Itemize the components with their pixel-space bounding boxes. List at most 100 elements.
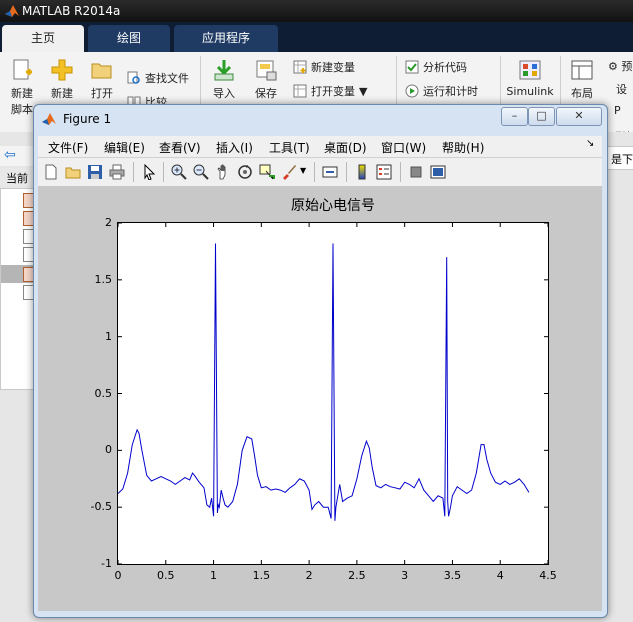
menu-window[interactable]: 窗口(W): [381, 139, 426, 156]
clipped-text: 是下: [611, 153, 633, 166]
menu-file[interactable]: 文件(F): [48, 139, 88, 156]
new-variable-button[interactable]: 新建变量: [293, 59, 355, 75]
toolbar-separator: [400, 162, 401, 182]
toolbar-separator: [133, 162, 134, 182]
pan-icon[interactable]: [215, 164, 231, 180]
x-tick-label: 0.5: [157, 569, 175, 582]
command-window-clip: 是下: [606, 146, 633, 170]
x-tick-label: 4.5: [539, 569, 557, 582]
import-label: 导入: [213, 87, 235, 100]
figure-toolbar: ▼: [38, 158, 602, 187]
brush-icon[interactable]: [281, 164, 297, 180]
layout-icon: [571, 60, 593, 80]
minimize-icon: –: [511, 109, 518, 122]
toolbar-separator: [346, 162, 347, 182]
plot-axes[interactable]: [117, 222, 549, 565]
hide-plot-tools-icon[interactable]: [408, 164, 424, 180]
data-cursor-icon[interactable]: [259, 164, 275, 180]
analyze-code-label: 分析代码: [423, 61, 467, 74]
run-and-time-icon: [405, 84, 419, 98]
link-plot-icon[interactable]: [322, 164, 338, 180]
save-workspace-button[interactable]: 保存: [250, 58, 282, 101]
simulink-button[interactable]: Simulink: [506, 58, 554, 98]
menu-tools[interactable]: 工具(T): [269, 139, 310, 156]
import-data-icon: [214, 60, 234, 81]
x-tick-label: 3: [401, 569, 409, 582]
new-figure-icon[interactable]: [43, 164, 59, 180]
save-icon[interactable]: [87, 164, 103, 180]
y-tick-label: 0: [105, 443, 112, 457]
dock-arrow-icon[interactable]: ↘: [586, 138, 594, 149]
print-icon[interactable]: [109, 164, 125, 180]
new-script-label: 新建 脚本: [11, 87, 33, 116]
current-folder-header: 当前: [0, 168, 36, 186]
maximize-button[interactable]: □: [528, 107, 555, 126]
maximize-icon: □: [536, 109, 547, 122]
x-tick-label: 1: [210, 569, 218, 582]
x-tick-label: 1.5: [252, 569, 271, 582]
back-arrow-icon[interactable]: ⇦: [4, 147, 16, 163]
parallel-button[interactable]: P: [614, 104, 621, 117]
layout-label: 布局: [571, 87, 593, 100]
address-bar: ⇦: [0, 146, 36, 166]
x-tick-label: 3.5: [443, 569, 462, 582]
open-variable-icon: [293, 84, 307, 98]
figure-title-bar[interactable]: Figure 1 – □ ✕: [34, 105, 607, 131]
open-label: 打开: [91, 87, 113, 100]
legend-icon[interactable]: [376, 164, 392, 180]
preferences-button[interactable]: ⚙ 预: [608, 58, 632, 74]
menu-desktop[interactable]: 桌面(D): [324, 139, 367, 156]
zoom-in-icon[interactable]: [171, 164, 187, 180]
save-workspace-icon: [256, 60, 277, 81]
menu-view[interactable]: 查看(V): [159, 139, 201, 156]
analyze-code-icon: [405, 60, 419, 74]
analyze-code-button[interactable]: 分析代码: [405, 59, 467, 75]
matlab-title-bar: MATLAB R2014a: [0, 0, 633, 22]
y-tick-label: 2: [105, 216, 112, 229]
brush-dropdown-icon[interactable]: ▼: [300, 166, 306, 175]
preferences-label: 预: [621, 60, 633, 73]
minimize-button[interactable]: –: [501, 107, 528, 126]
find-files-label: 查找文件: [145, 72, 189, 85]
open-file-icon[interactable]: [65, 164, 81, 180]
ribbon-tabs: 主页 绘图 应用程序: [0, 22, 633, 52]
y-tick-label: 1.5: [94, 272, 113, 286]
matlab-logo-icon: [5, 5, 19, 17]
find-files-icon: [127, 71, 140, 84]
new-label: 新建: [51, 87, 73, 100]
tab-plots[interactable]: 绘图: [88, 25, 170, 52]
rotate-3d-icon[interactable]: [237, 164, 253, 180]
matlab-logo-icon: [42, 113, 56, 125]
find-files-button[interactable]: 查找文件: [127, 70, 189, 86]
set-path-label: 设: [616, 83, 627, 96]
x-tick-label: 2: [305, 569, 313, 582]
set-path-button[interactable]: 设: [616, 81, 627, 97]
folder-open-icon: [91, 63, 112, 79]
run-and-time-button[interactable]: 运行和计时: [405, 83, 478, 99]
x-tick-label: 2.5: [348, 569, 366, 582]
toolbar-separator: [163, 162, 164, 182]
new-button[interactable]: 新建: [46, 58, 78, 101]
zoom-out-icon[interactable]: [193, 164, 209, 180]
menu-edit[interactable]: 编辑(E): [104, 139, 145, 156]
menu-insert[interactable]: 插入(I): [216, 139, 253, 156]
open-button[interactable]: 打开: [86, 58, 118, 101]
figure-menu-bar: 文件(F) 编辑(E) 查看(V) 插入(I) 工具(T) 桌面(D) 窗口(W…: [38, 136, 602, 158]
close-icon: ✕: [574, 109, 584, 122]
show-plot-tools-icon[interactable]: [430, 164, 446, 180]
y-tick-label: -0.5: [90, 500, 112, 514]
new-variable-icon: [293, 60, 307, 74]
close-button[interactable]: ✕: [556, 107, 602, 126]
import-button[interactable]: 导入: [208, 58, 240, 101]
parallel-label: P: [614, 104, 621, 117]
open-variable-button[interactable]: 打开变量 ▼: [293, 83, 367, 99]
ecg-signal-line: [118, 243, 530, 521]
simulink-label: Simulink: [506, 85, 554, 98]
layout-button[interactable]: 布局: [566, 58, 598, 101]
figure-title: Figure 1: [63, 112, 112, 126]
menu-help[interactable]: 帮助(H): [442, 139, 484, 156]
tab-apps[interactable]: 应用程序: [174, 25, 278, 52]
tab-home[interactable]: 主页: [2, 25, 84, 52]
colorbar-icon[interactable]: [354, 164, 370, 180]
pointer-icon[interactable]: [141, 164, 157, 180]
